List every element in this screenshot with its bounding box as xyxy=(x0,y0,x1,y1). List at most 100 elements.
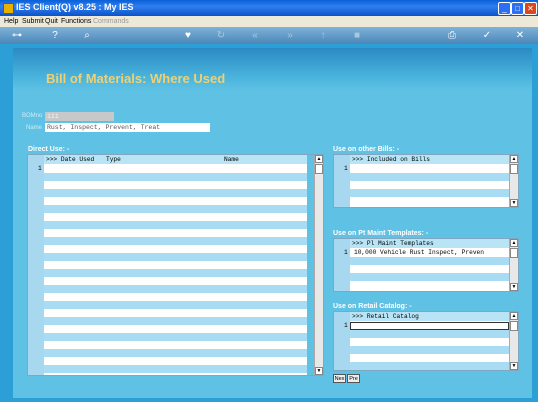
table-row[interactable] xyxy=(350,257,509,265)
table-row[interactable] xyxy=(350,346,509,354)
scroll-thumb[interactable] xyxy=(510,164,518,174)
direct-use-scrollbar[interactable]: ▲ ▼ xyxy=(314,155,323,375)
bomno-field[interactable]: 111 xyxy=(45,112,114,121)
last-icon[interactable]: » xyxy=(283,29,297,42)
table-row[interactable] xyxy=(350,338,509,346)
table-row[interactable] xyxy=(44,333,307,341)
table-row[interactable] xyxy=(44,181,307,189)
table-row[interactable] xyxy=(350,165,509,173)
table-row[interactable] xyxy=(44,261,307,269)
table-row[interactable] xyxy=(350,265,509,273)
pt-maint-header: >>> Pl Maint Templates xyxy=(350,239,509,248)
menu-submit[interactable]: Submit xyxy=(22,16,44,27)
col-included-on-bills[interactable]: >>> Included on Bills xyxy=(352,155,430,164)
table-row[interactable] xyxy=(44,325,307,333)
table-row[interactable] xyxy=(44,197,307,205)
scroll-down-icon[interactable]: ▼ xyxy=(510,283,518,291)
scroll-thumb[interactable] xyxy=(510,248,518,258)
menu-quit[interactable]: Quit xyxy=(45,16,58,27)
scroll-up-icon[interactable]: ▲ xyxy=(510,312,518,320)
title-bar: IES Client(Q) v8.25 : My IES _ □ ✕ xyxy=(0,0,538,16)
table-row[interactable] xyxy=(44,189,307,197)
table-row[interactable] xyxy=(44,269,307,277)
table-row[interactable] xyxy=(44,229,307,237)
close-button[interactable]: ✕ xyxy=(524,2,537,15)
window-title: IES Client(Q) v8.25 : My IES xyxy=(16,2,134,12)
col-type[interactable]: Type xyxy=(106,155,121,164)
retail-scrollbar[interactable]: ▲ ▼ xyxy=(509,312,518,370)
refresh-icon[interactable]: ↻ xyxy=(214,29,228,42)
scroll-down-icon[interactable]: ▼ xyxy=(315,367,323,375)
minimize-button[interactable]: _ xyxy=(498,2,511,15)
grid-gap xyxy=(307,155,314,375)
maximize-button[interactable]: □ xyxy=(511,2,524,15)
table-row[interactable] xyxy=(44,221,307,229)
retail-input-row[interactable] xyxy=(350,322,509,330)
table-row[interactable] xyxy=(350,362,509,370)
table-row[interactable] xyxy=(44,245,307,253)
cancel-icon[interactable]: ✕ xyxy=(513,29,527,42)
scroll-up-icon[interactable]: ▲ xyxy=(510,239,518,247)
search-icon[interactable]: ⌕ xyxy=(80,29,94,42)
table-row[interactable] xyxy=(350,354,509,362)
table-row[interactable] xyxy=(350,173,509,181)
scroll-up-icon[interactable]: ▲ xyxy=(315,155,323,163)
check-icon[interactable]: ✓ xyxy=(480,29,494,42)
next-button[interactable]: Nex xyxy=(333,374,346,383)
name-label: Name xyxy=(26,125,43,131)
scroll-up-icon[interactable]: ▲ xyxy=(510,155,518,163)
table-row[interactable] xyxy=(44,317,307,325)
prev-button[interactable]: Pre xyxy=(347,374,360,383)
table-row[interactable] xyxy=(44,309,307,317)
table-row[interactable] xyxy=(44,365,307,373)
table-row[interactable] xyxy=(350,181,509,189)
table-row[interactable] xyxy=(44,277,307,285)
table-row[interactable] xyxy=(44,301,307,309)
help-icon[interactable]: ? xyxy=(48,29,62,42)
scroll-down-icon[interactable]: ▼ xyxy=(510,362,518,370)
heart-icon[interactable]: ♥ xyxy=(181,29,195,42)
table-row[interactable] xyxy=(350,273,509,281)
table-row[interactable] xyxy=(44,237,307,245)
table-row[interactable] xyxy=(350,330,509,338)
row-number: 1 xyxy=(344,165,348,172)
row-number-column xyxy=(28,155,44,375)
direct-use-header: >>> Date Used Type Name xyxy=(44,155,307,164)
other-bills-scrollbar[interactable]: ▲ ▼ xyxy=(509,155,518,207)
key-icon[interactable]: ⊶ xyxy=(6,29,28,42)
scroll-thumb[interactable] xyxy=(315,164,323,174)
table-row[interactable] xyxy=(44,213,307,221)
menu-help[interactable]: Help xyxy=(4,16,18,27)
table-row[interactable] xyxy=(44,293,307,301)
menu-functions[interactable]: Functions xyxy=(61,16,91,27)
direct-use-grid: >>> Date Used Type Name 1 ▲ ▼ xyxy=(27,154,324,376)
page-header: Bill of Materials: Where Used xyxy=(13,48,532,90)
table-row[interactable]: 10,000 Vehicle Rust Inspect, Preven xyxy=(350,249,509,257)
table-row[interactable] xyxy=(44,357,307,365)
scroll-down-icon[interactable]: ▼ xyxy=(510,199,518,207)
up-icon[interactable]: ↑ xyxy=(316,29,330,42)
first-icon[interactable]: « xyxy=(248,29,262,42)
table-row[interactable] xyxy=(44,205,307,213)
table-row[interactable] xyxy=(350,197,509,205)
table-row[interactable] xyxy=(44,285,307,293)
table-row[interactable] xyxy=(44,253,307,261)
table-row[interactable] xyxy=(44,165,307,173)
pt-maint-scrollbar[interactable]: ▲ ▼ xyxy=(509,239,518,291)
col-name[interactable]: Name xyxy=(224,155,239,164)
col-retail-catalog[interactable]: >>> Retail Catalog xyxy=(352,312,419,321)
table-row[interactable] xyxy=(44,173,307,181)
menu-commands[interactable]: Commands xyxy=(93,16,129,27)
name-field[interactable]: Rust, Inspect, Prevent, Treat xyxy=(45,123,210,132)
table-row[interactable] xyxy=(44,341,307,349)
table-row[interactable] xyxy=(350,189,509,197)
retail-label: Use on Retail Catalog: - xyxy=(333,303,412,310)
print-icon[interactable]: ⎙ xyxy=(445,29,459,42)
table-row[interactable] xyxy=(350,281,509,289)
col-date-used[interactable]: >>> Date Used xyxy=(46,155,94,164)
stop-icon[interactable]: ■ xyxy=(350,29,364,42)
table-row[interactable] xyxy=(44,349,307,357)
scroll-thumb[interactable] xyxy=(510,321,518,331)
col-pt-maint-templates[interactable]: >>> Pl Maint Templates xyxy=(352,239,434,248)
row-number-column xyxy=(334,312,350,370)
